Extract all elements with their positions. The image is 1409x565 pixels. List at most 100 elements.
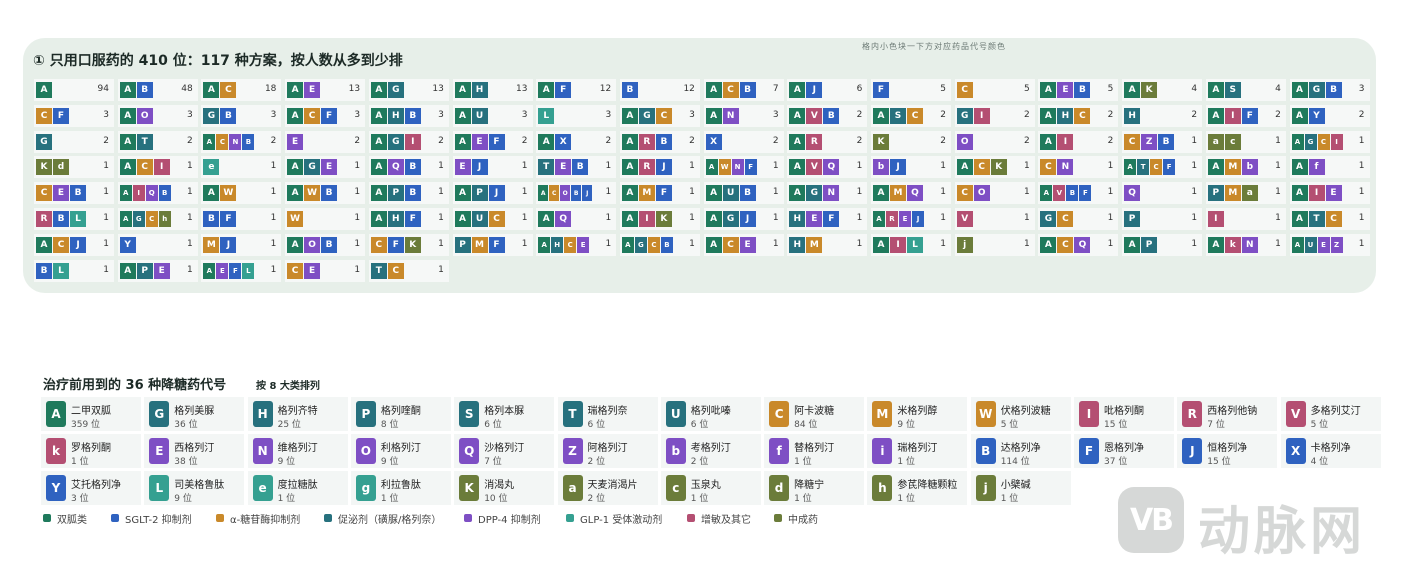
regimen-codes: B (621, 82, 638, 98)
regimen-codes: K (873, 133, 889, 150)
drug-name: 二甲双胍 (71, 406, 111, 417)
drug-code-chip: A (1291, 107, 1308, 124)
regimen-cell: HEF 1 (787, 208, 868, 230)
regimen-codes: PMF (454, 236, 505, 253)
drug-card: C 阿卡波糖 84 位 (764, 397, 865, 431)
drug-code-chip: A (705, 211, 722, 227)
drug-name: 维格列汀 (277, 443, 318, 454)
drug-name: 天麦消渴片 (587, 480, 638, 491)
drug-code-chip: A (1207, 107, 1224, 124)
drug-card: h 参芪降糖颗粒 1 位 (867, 471, 968, 505)
regimen-count: 12 (683, 84, 695, 94)
drug-code-chip: C (488, 211, 505, 227)
regimen-count: 1 (186, 238, 193, 249)
regimen-cell: AWB 1 (285, 182, 366, 205)
regimen-count: 1 (856, 238, 863, 249)
drug-code-chip: G (1304, 133, 1317, 150)
regimen-codes: W (287, 211, 304, 227)
drug-code-chip: A (370, 159, 387, 176)
regimen-count: 3 (438, 109, 444, 120)
regimen-count: 2 (270, 135, 277, 146)
drug-name: 度拉糖肽 (277, 480, 318, 491)
regimen-count: 2 (940, 135, 946, 146)
regimen-cell: A C 18 (201, 79, 282, 101)
regimen-cell: GI 2 (954, 104, 1035, 127)
regimen-codes: Af (1291, 159, 1325, 176)
drug-code-chip: O (973, 185, 990, 202)
regimen-count: 1 (1023, 238, 1030, 249)
regimen-cell: ACOBJ 1 (536, 182, 617, 205)
drug-card: O 利格列汀 9 位 (350, 434, 451, 468)
drug-code-chip: J (912, 211, 924, 227)
regimen-count: 2 (856, 135, 863, 146)
drug-card: c 玉泉丸 1 位 (660, 471, 761, 505)
regimen-codes: AIE (1291, 185, 1342, 202)
drug-code-badge: L (149, 475, 170, 501)
drug-code-chip: O (560, 185, 571, 202)
drug-patient-count: 38 位 (174, 457, 198, 467)
regimen-cell: A F 12 (536, 79, 617, 101)
drug-code-chip: E (1325, 185, 1342, 202)
drug-patient-count: 15 位 (1104, 420, 1128, 430)
drug-code-chip: I (132, 185, 145, 202)
drug-code-chip: R (806, 133, 823, 150)
drug-code-badge: d (769, 475, 790, 501)
regimen-cell: A B 48 (117, 79, 198, 101)
drug-name: 格列吡嗪 (690, 406, 731, 417)
drug-code-chip: k (1224, 236, 1241, 253)
regimen-count: 2 (772, 135, 779, 146)
drug-code-chip: B (404, 185, 421, 202)
drug-code-chip: A (454, 185, 471, 202)
drug-patient-count: 6 位 (587, 420, 606, 430)
drug-code-chip: h (158, 211, 171, 227)
legend-label: α-糖苷酶抑制剂 (230, 515, 301, 526)
drug-code-chip: E (1057, 82, 1074, 98)
regimen-codes: TEB (538, 159, 589, 176)
drug-code-chip: U (1304, 236, 1317, 253)
drug-code-chip: W (718, 159, 731, 176)
drug-code-badge: A (46, 401, 66, 427)
regimen-count: 1 (772, 187, 779, 198)
regimen-cell: H2 (1122, 104, 1203, 127)
drug-patient-count: 3 位 (71, 494, 89, 504)
regimen-cell: AGCh 1 (117, 208, 198, 230)
drug-patient-count: 9 位 (174, 494, 192, 504)
drug-code-chip: I (1330, 133, 1343, 150)
regimen-count: 1 (1275, 187, 1281, 198)
drug-codes-title: 治疗前用到的 36 种降糖药代号 (43, 378, 227, 393)
regimen-codes: AHB (370, 107, 421, 124)
drug-code-chip: F (220, 211, 237, 227)
drug-card: R 西格列他钠 7 位 (1177, 397, 1278, 431)
drug-card: Q 沙格列汀 7 位 (454, 434, 555, 468)
regimen-count: 1 (940, 161, 946, 172)
drug-code-chip: E (471, 133, 488, 150)
regimen-cell: A H 13 (452, 79, 533, 101)
drug-code-chip: H (789, 236, 806, 253)
regimen-cell: AT 2 (117, 130, 198, 153)
drug-code-chip: I (1308, 185, 1325, 202)
regimen-count: 1 (772, 213, 779, 223)
regimen-codes: AX (538, 133, 572, 150)
drug-code-chip: A (1207, 159, 1224, 176)
drug-code-chip: A (705, 159, 718, 176)
drug-card: Z 阿格列汀 2 位 (557, 434, 658, 468)
drug-code-chip: X (555, 133, 572, 150)
regimen-codes: AB (119, 82, 153, 98)
regimen-count: 1 (940, 238, 946, 249)
drug-code-chip: Q (555, 211, 572, 227)
regimen-count: 1 (186, 264, 193, 275)
drug-code-chip: A (538, 82, 555, 98)
legend-swatch (43, 514, 51, 522)
drug-code-chip: L (53, 262, 69, 279)
regimen-cell: CF 3 (34, 104, 114, 127)
regimen-codes: AO (119, 107, 153, 124)
drug-code-chip: A (454, 133, 471, 150)
regimen-count: 2 (521, 135, 528, 146)
regimen-codes: PMa (1207, 185, 1258, 202)
drug-code-chip: B (823, 107, 840, 124)
drug-code-chip: B (660, 236, 673, 253)
regimen-codes: AGCB (621, 236, 673, 253)
regimen-codes: AGJ (705, 211, 756, 227)
drug-code-badge: k (46, 438, 66, 464)
regimen-codes: A (36, 82, 52, 98)
